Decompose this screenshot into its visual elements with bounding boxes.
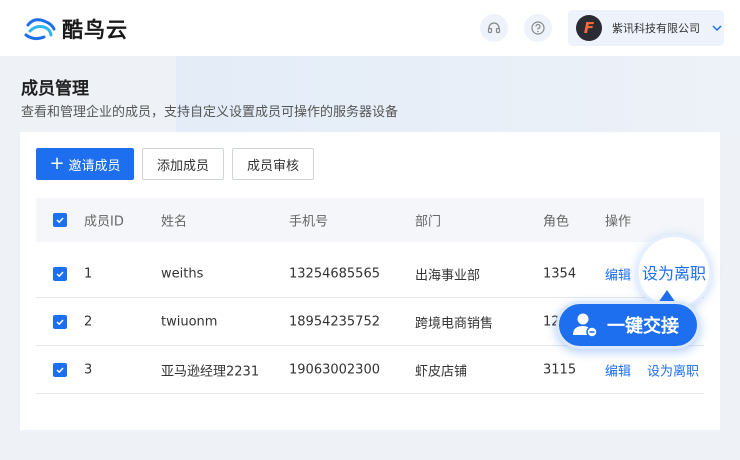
checkbox-checked-icon (56, 366, 64, 373)
member-name: weiths (161, 266, 204, 281)
edit-link[interactable]: 编辑 (605, 360, 631, 379)
set-leave-link[interactable]: 设为离职 (647, 360, 699, 379)
company-name: 紫讯科技有限公司 (612, 22, 700, 35)
member-role: 3115 (543, 362, 577, 377)
member-id: 3 (84, 362, 93, 377)
member-dept: 跨境电商销售 (415, 316, 494, 331)
page-title: 成员管理 (21, 79, 89, 99)
invite-member-label: 邀请成员 (68, 158, 121, 174)
user-transfer-icon (573, 313, 598, 338)
help-icon-glyph (531, 21, 545, 35)
checkbox-checked-icon (56, 318, 64, 325)
set-leave-callout-label: 设为离职 (641, 264, 706, 283)
member-name: 亚马逊经理2231 (161, 364, 260, 379)
column-header-id: 成员ID (84, 214, 124, 230)
row-checkbox[interactable] (53, 266, 67, 281)
company-avatar: F (576, 15, 602, 41)
column-header-role: 角色 (543, 214, 570, 230)
one-click-transfer-button[interactable]: 一键交接 (556, 301, 700, 349)
column-header-name: 姓名 (161, 214, 188, 230)
member-phone: 19063002300 (289, 362, 380, 377)
page-description: 查看和管理企业的成员，支持自定义设置成员可操作的服务器设备 (21, 105, 399, 120)
table-row: 1 weiths 13254685565 出海事业部 1354 编辑 (36, 250, 704, 298)
checkbox-checked-icon (56, 270, 64, 277)
checkbox-checked-icon (56, 217, 64, 224)
row-checkbox[interactable] (53, 362, 67, 377)
top-header: 酷鸟云 F 紫讯科技有限公司 (0, 0, 740, 56)
column-header-actions: 操作 (605, 214, 632, 230)
headset-icon-glyph (487, 22, 501, 34)
one-click-transfer-label: 一键交接 (607, 316, 679, 337)
member-id: 1 (84, 266, 93, 281)
member-role: 1354 (543, 266, 577, 281)
chevron-down-icon (712, 25, 722, 32)
table-row: 3 亚马逊经理2231 19063002300 虾皮店铺 3115 编辑 设为离… (36, 346, 704, 394)
background-decoration (176, 56, 740, 136)
add-member-button[interactable]: 添加成员 (142, 148, 224, 180)
member-phone: 13254685565 (289, 266, 380, 281)
brand-name: 酷鸟云 (62, 18, 128, 42)
help-icon[interactable] (524, 14, 552, 42)
row-checkbox[interactable] (53, 314, 67, 329)
member-id: 2 (84, 314, 93, 329)
brand-logo[interactable]: 酷鸟云 (24, 14, 128, 44)
member-dept: 虾皮店铺 (415, 364, 468, 379)
headset-icon[interactable] (480, 14, 508, 42)
select-all-checkbox[interactable] (53, 213, 67, 227)
review-member-button[interactable]: 成员审核 (232, 148, 314, 180)
table-header: 成员ID 姓名 手机号 部门 角色 操作 (36, 198, 704, 242)
company-switcher[interactable]: F 紫讯科技有限公司 (568, 10, 724, 46)
column-header-phone: 手机号 (289, 214, 329, 230)
members-card: + 邀请成员 添加成员 成员审核 成员ID 姓名 手机号 部门 角色 操作 1 … (20, 132, 720, 430)
plus-icon: + (49, 153, 65, 174)
member-dept: 出海事业部 (415, 268, 481, 283)
column-header-dept: 部门 (415, 214, 442, 230)
member-name: twiuonm (161, 314, 218, 329)
edit-link[interactable]: 编辑 (605, 264, 631, 283)
member-phone: 18954235752 (289, 314, 380, 329)
logo-mark-icon (24, 18, 56, 41)
invite-member-button[interactable]: + 邀请成员 (36, 148, 134, 180)
